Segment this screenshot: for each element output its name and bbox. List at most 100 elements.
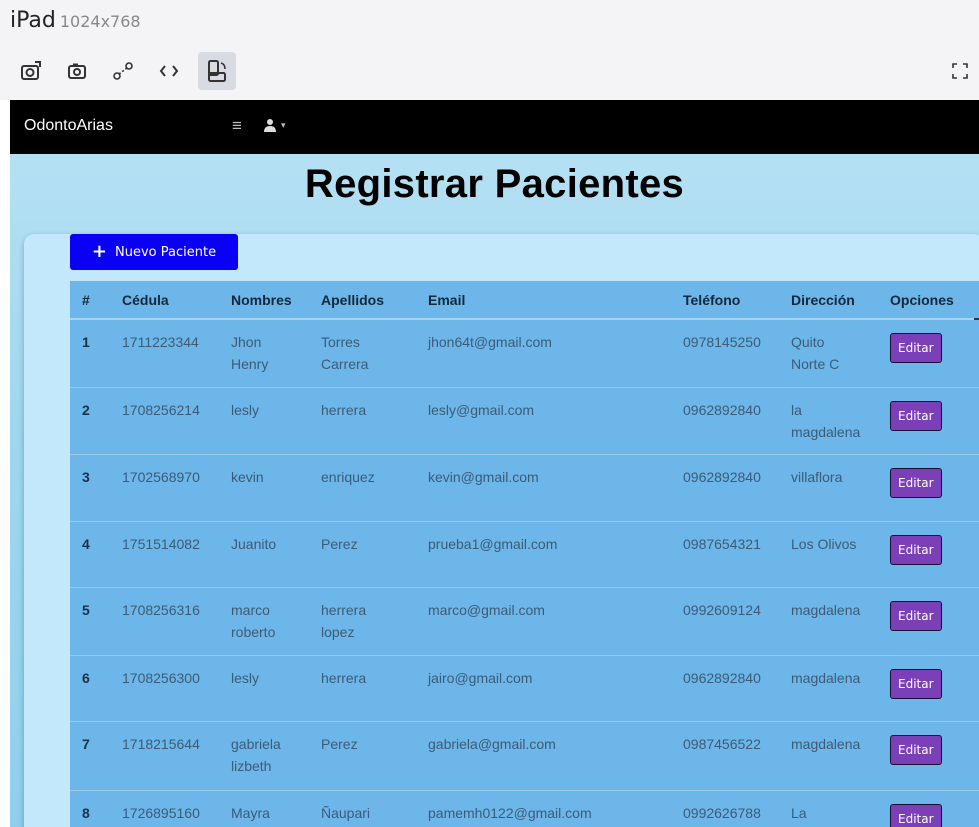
cell-nombres: marco roberto [223, 587, 313, 656]
row-number: 1 [70, 319, 114, 388]
cell-opciones: Editar [882, 387, 979, 455]
new-patient-label: Nuevo Paciente [115, 244, 217, 260]
patients-table: # Cédula Nombres Apellidos Email Teléfon… [70, 281, 979, 827]
cell-nombres: Juanito [223, 521, 313, 588]
table-row: 3 1702568970 kevin enriquez kevin@gmail.com 0… [70, 454, 979, 522]
chevron-down-icon: ▾ [281, 119, 286, 130]
menu-toggle-icon[interactable]: ≡ [232, 116, 242, 136]
row-number: 2 [70, 387, 114, 455]
cell-telefono: 0992609124 [675, 587, 783, 656]
cell-nombres: lesly [223, 655, 313, 722]
cell-email: jairo@gmail.com [420, 655, 675, 722]
cell-direccion: villaflora [783, 454, 882, 522]
screenshot-icon[interactable] [12, 52, 50, 90]
cell-direccion: magdalena [783, 655, 882, 722]
header-number: # [70, 281, 114, 320]
device-size: 1024x768 [59, 12, 141, 31]
device-label[interactable]: iPad 1024x768 [10, 8, 141, 33]
header-direccion: Dirección [783, 281, 882, 320]
cell-cedula: 1708256300 [114, 655, 223, 722]
row-number: 5 [70, 587, 114, 656]
table-row: 8 1726895160 Mayra Ñaupari pamemh0122@gmail.… [70, 790, 979, 827]
navbar: OdontoArias ≡ ▾ [10, 100, 979, 154]
header-opciones: Opciones [882, 281, 979, 320]
user-icon [264, 119, 276, 132]
table-row: 4 1751514082 Juanito Perez prueba1@gmail.com… [70, 521, 979, 588]
cell-email: jhon64t@gmail.com [420, 319, 675, 388]
code-icon[interactable] [150, 52, 188, 90]
cell-apellidos: herrera [313, 387, 420, 455]
row-number: 6 [70, 655, 114, 722]
cell-email: kevin@gmail.com [420, 454, 675, 522]
page-viewport: OdontoArias ≡ ▾ Registrar Pacientes + Nu… [10, 100, 979, 827]
header-email: Email [420, 281, 675, 320]
table-row: 1 1711223344 Jhon Henry Torres Carrera jhon64t… [70, 319, 979, 388]
edit-button[interactable]: Editar [890, 668, 942, 699]
table-row: 7 1718215644 gabriela lizbeth Perez gabriela@… [70, 721, 979, 791]
cell-telefono: 0962892840 [675, 387, 783, 455]
cell-direccion: La [783, 790, 882, 827]
plus-icon: + [91, 241, 108, 262]
page-title: Registrar Pacientes [304, 162, 685, 206]
cell-direccion: magdalena [783, 721, 882, 791]
table-row: 2 1708256214 lesly herrera lesly@gmail.com 09… [70, 387, 979, 455]
cell-direccion: Quito Norte C [783, 319, 882, 388]
cell-email: marco@gmail.com [420, 587, 675, 656]
scrollbar[interactable] [974, 318, 979, 320]
cell-cedula: 1718215644 [114, 721, 223, 791]
fullscreen-icon[interactable] [941, 52, 979, 90]
header-apellidos: Apellidos [313, 281, 420, 320]
cell-nombres: Jhon Henry [223, 319, 313, 388]
edit-button[interactable]: Editar [890, 467, 942, 498]
cell-apellidos: herrera [313, 655, 420, 722]
cell-email: pamemh0122@gmail.com [420, 790, 675, 827]
cell-apellidos: Ñaupari [313, 790, 420, 827]
cell-cedula: 1711223344 [114, 319, 223, 388]
cell-telefono: 0978145250 [675, 319, 783, 388]
header-telefono: Teléfono [675, 281, 783, 320]
brand-link[interactable]: OdontoArias [24, 117, 113, 135]
edit-button[interactable]: Editar [890, 600, 942, 631]
camera-icon[interactable] [58, 52, 96, 90]
cell-direccion: Los Olivos [783, 521, 882, 588]
edit-button[interactable]: Editar [890, 400, 942, 431]
device-name: iPad [10, 8, 56, 33]
cell-opciones: Editar [882, 319, 979, 388]
cell-email: prueba1@gmail.com [420, 521, 675, 588]
cell-opciones: Editar [882, 790, 979, 827]
cell-nombres: Mayra [223, 790, 313, 827]
cell-apellidos: Perez [313, 521, 420, 588]
cell-nombres: gabriela lizbeth [223, 721, 313, 791]
rotate-icon[interactable] [198, 52, 236, 90]
cell-email: lesly@gmail.com [420, 387, 675, 455]
cell-telefono: 0962892840 [675, 454, 783, 522]
cell-opciones: Editar [882, 454, 979, 522]
row-number: 7 [70, 721, 114, 791]
cell-cedula: 1708256316 [114, 587, 223, 656]
edit-button[interactable]: Editar [890, 734, 942, 765]
cell-opciones: Editar [882, 721, 979, 791]
cell-telefono: 0987654321 [675, 521, 783, 588]
edit-button[interactable]: Editar [890, 333, 942, 363]
user-menu[interactable]: ▾ [263, 118, 286, 132]
cell-telefono: 0992626788 [675, 790, 783, 827]
row-number: 4 [70, 521, 114, 588]
cell-nombres: lesly [223, 387, 313, 455]
cell-opciones: Editar [882, 521, 979, 588]
table-header-row: # Cédula Nombres Apellidos Email Teléfon… [70, 281, 979, 320]
cell-cedula: 1708256214 [114, 387, 223, 455]
edit-button[interactable]: Editar [890, 803, 942, 827]
new-patient-button[interactable]: + Nuevo Paciente [70, 234, 238, 270]
cell-telefono: 0987456522 [675, 721, 783, 791]
cell-cedula: 1726895160 [114, 790, 223, 827]
cell-direccion: la magdalena [783, 387, 882, 455]
header-nombres: Nombres [223, 281, 313, 320]
cell-email: gabriela@gmail.com [420, 721, 675, 791]
edit-button[interactable]: Editar [890, 534, 942, 565]
patients-table-container[interactable]: # Cédula Nombres Apellidos Email Teléfon… [70, 281, 979, 827]
cell-direccion: magdalena [783, 587, 882, 656]
network-icon[interactable] [104, 52, 142, 90]
device-toolbar: iPad 1024x768 [0, 0, 979, 100]
row-number: 8 [70, 790, 114, 827]
cell-apellidos: Torres Carrera [313, 319, 420, 388]
